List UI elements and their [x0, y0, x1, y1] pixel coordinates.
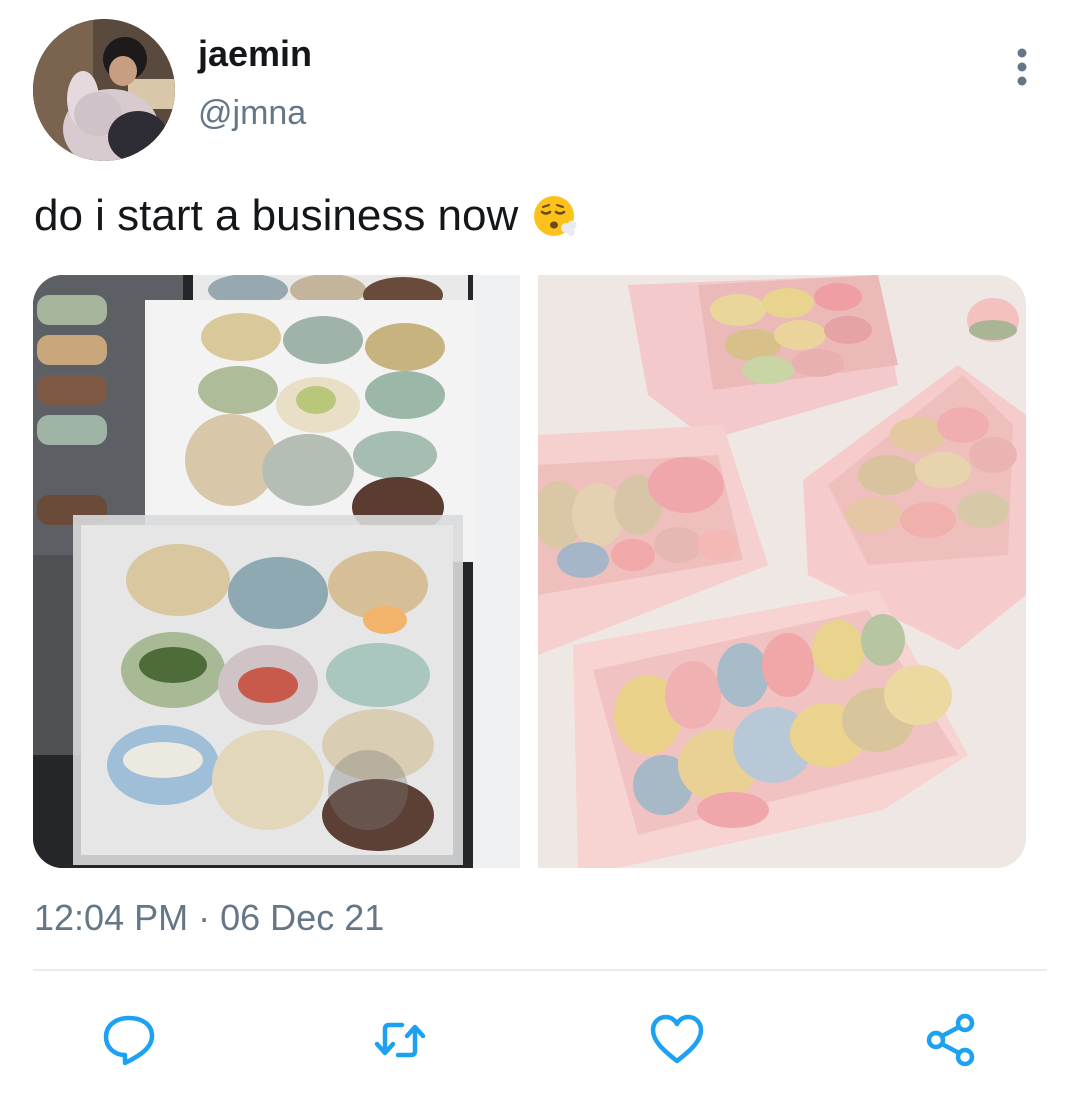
macaron-boxes-photo-right[interactable]	[538, 275, 1026, 868]
retweet-icon	[374, 1022, 426, 1058]
handle[interactable]: @jmna	[198, 92, 306, 134]
photo	[33, 275, 520, 868]
like-icon	[650, 1014, 704, 1064]
reply-icon	[103, 1015, 155, 1066]
more-vertical-icon	[1017, 48, 1027, 86]
divider	[33, 969, 1047, 971]
like-button[interactable]	[647, 1010, 707, 1070]
more-options-button[interactable]	[1000, 42, 1044, 92]
share-button[interactable]	[921, 1010, 981, 1070]
macaron-boxes-photo-left[interactable]	[33, 275, 520, 868]
display-name[interactable]: jaemin	[198, 32, 312, 76]
tweet-text: do i start a business now	[34, 191, 519, 240]
avatar[interactable]	[33, 19, 175, 161]
tweet-timestamp: 12:04 PM · 06 Dec 21	[34, 896, 384, 940]
share-icon	[926, 1013, 975, 1067]
reply-button[interactable]	[99, 1010, 159, 1070]
tweet-date: 06 Dec 21	[220, 897, 385, 938]
face-exhaling-emoji	[534, 196, 577, 236]
timestamp-separator: ·	[198, 897, 211, 938]
tweet-text-row: do i start a business now	[34, 188, 580, 244]
photo	[538, 275, 1026, 868]
avatar-photo	[33, 19, 175, 161]
tweet-time: 12:04 PM	[34, 897, 189, 938]
retweet-button[interactable]	[370, 1010, 430, 1070]
